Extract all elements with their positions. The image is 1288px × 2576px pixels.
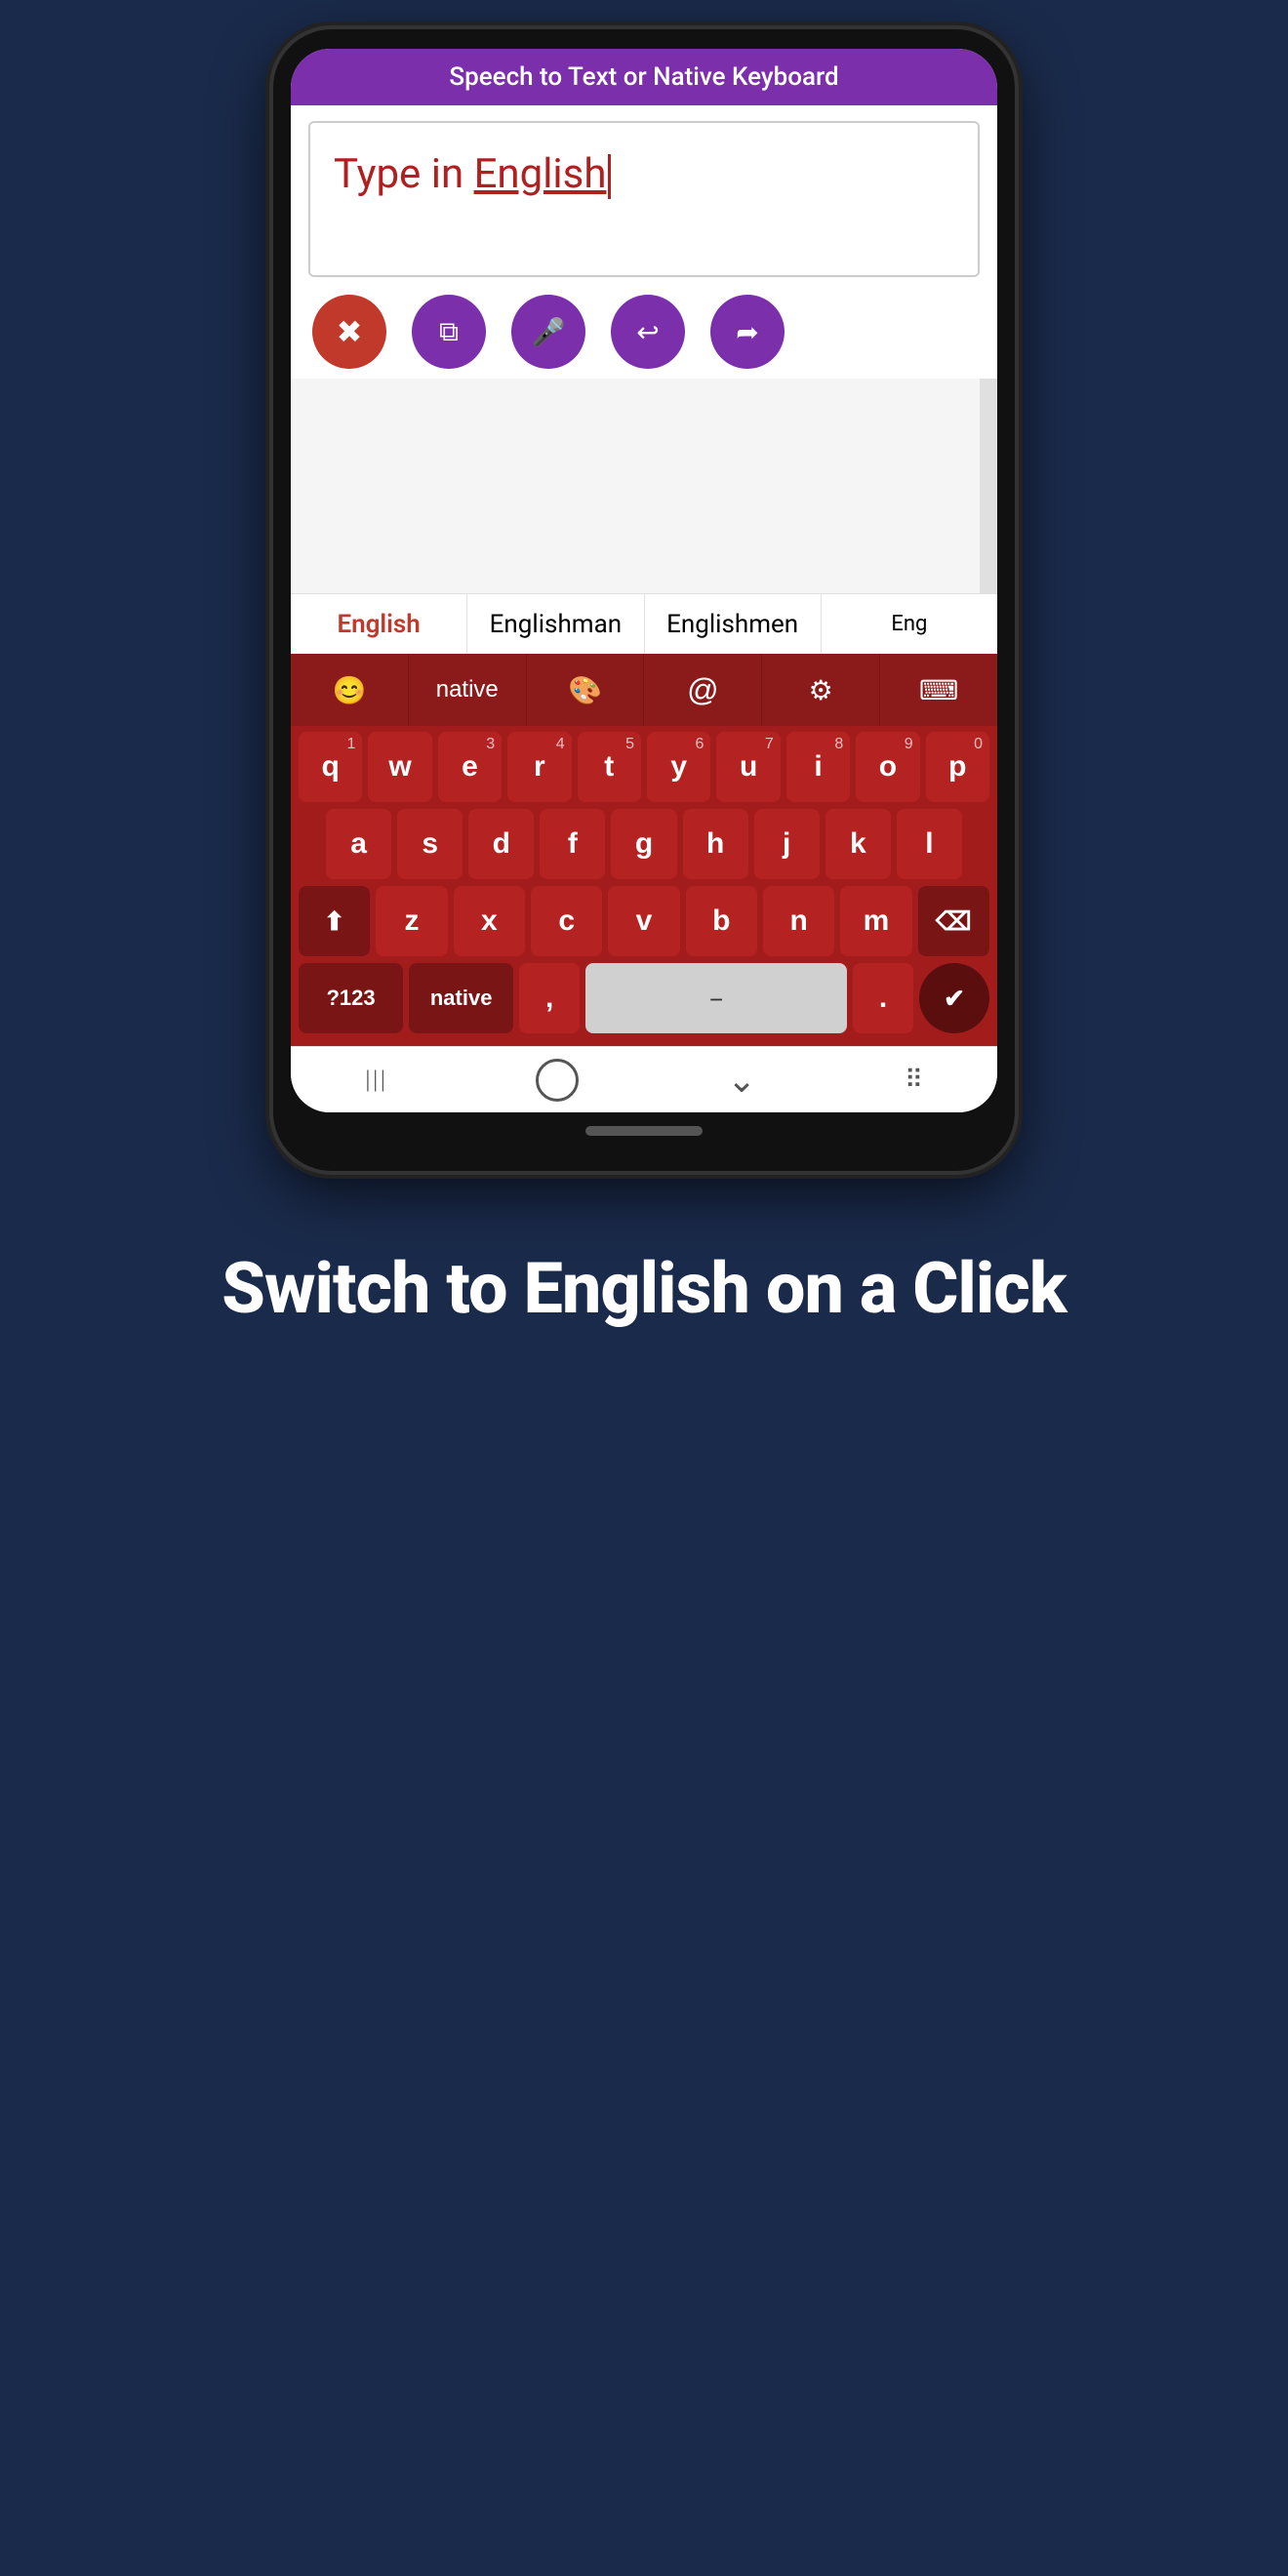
top-bar: Speech to Text or Native Keyboard bbox=[291, 49, 997, 105]
keyboard-row-1: q1 w e3 r4 t5 y6 u7 i8 o9 p0 bbox=[299, 732, 989, 802]
suggestion-eng[interactable]: Eng bbox=[822, 594, 997, 654]
key-q[interactable]: q1 bbox=[299, 732, 362, 802]
keyboard-top-row: 😊 native 🎨 @ ⚙ ⌨ bbox=[291, 654, 997, 726]
key-r[interactable]: r4 bbox=[507, 732, 571, 802]
text-cursor bbox=[608, 154, 611, 199]
key-h[interactable]: h bbox=[683, 809, 748, 879]
suggestions-bar: English Englishman Englishmen Eng bbox=[291, 593, 997, 654]
key-i[interactable]: i8 bbox=[786, 732, 850, 802]
text-input-area[interactable]: Type in English bbox=[308, 121, 980, 277]
key-y[interactable]: y6 bbox=[647, 732, 710, 802]
text-input-content: Type in English bbox=[334, 150, 954, 199]
bottom-heading: Switch to English on a Click bbox=[59, 1249, 1229, 1330]
key-u[interactable]: u7 bbox=[716, 732, 780, 802]
shift-key[interactable]: ⬆ bbox=[299, 886, 370, 956]
native-key[interactable]: native bbox=[409, 963, 513, 1033]
key-g[interactable]: g bbox=[611, 809, 676, 879]
key-l[interactable]: l bbox=[897, 809, 962, 879]
key-m[interactable]: m bbox=[840, 886, 911, 956]
key-f[interactable]: f bbox=[540, 809, 605, 879]
home-pill bbox=[585, 1126, 703, 1136]
key-z[interactable]: z bbox=[376, 886, 447, 956]
key-v[interactable]: v bbox=[608, 886, 679, 956]
backspace-key[interactable]: ⌫ bbox=[918, 886, 989, 956]
keyboard-row-4: ?123 native , ⎯ . ✔ bbox=[299, 963, 989, 1033]
space-key[interactable]: ⎯ bbox=[585, 963, 847, 1033]
key-w[interactable]: w bbox=[368, 732, 431, 802]
undo-button[interactable]: ↩ bbox=[611, 295, 685, 369]
type-in-prefix: Type in bbox=[334, 150, 474, 198]
phone-frame: Speech to Text or Native Keyboard Type i… bbox=[273, 29, 1015, 1171]
keyboard-row-3: ⬆ z x c v b n m ⌫ bbox=[299, 886, 989, 956]
phone-screen: Speech to Text or Native Keyboard Type i… bbox=[291, 49, 997, 1112]
scrollbar[interactable] bbox=[980, 379, 997, 593]
key-c[interactable]: c bbox=[531, 886, 602, 956]
key-k[interactable]: k bbox=[825, 809, 891, 879]
key-n[interactable]: n bbox=[763, 886, 834, 956]
key-x[interactable]: x bbox=[454, 886, 525, 956]
num-mode-key[interactable]: ?123 bbox=[299, 963, 403, 1033]
keyboard-switch-button[interactable]: ⌨ bbox=[880, 654, 997, 726]
grid-nav-icon[interactable]: ⠿ bbox=[905, 1066, 923, 1095]
key-p[interactable]: p0 bbox=[926, 732, 989, 802]
key-b[interactable]: b bbox=[686, 886, 757, 956]
key-o[interactable]: o9 bbox=[856, 732, 919, 802]
key-a[interactable]: a bbox=[326, 809, 391, 879]
key-d[interactable]: d bbox=[468, 809, 534, 879]
language-highlight: English bbox=[474, 150, 607, 198]
period-key[interactable]: . bbox=[853, 963, 913, 1033]
suggestion-englishmen[interactable]: Englishmen bbox=[645, 594, 822, 654]
keyboard-area: q1 w e3 r4 t5 y6 u7 i8 o9 p0 a s d f bbox=[291, 726, 997, 1046]
comma-key[interactable]: , bbox=[519, 963, 580, 1033]
palette-button[interactable]: 🎨 bbox=[527, 654, 645, 726]
delete-button[interactable]: ✖ bbox=[312, 295, 386, 369]
mic-button[interactable]: 🎤 bbox=[511, 295, 585, 369]
emoji-button[interactable]: 😊 bbox=[291, 654, 409, 726]
bottom-text-section: Switch to English on a Click bbox=[0, 1171, 1288, 1330]
copy-button[interactable]: ⧉ bbox=[412, 295, 486, 369]
top-bar-title: Speech to Text or Native Keyboard bbox=[312, 62, 976, 92]
action-icons-row: ✖ ⧉ 🎤 ↩ ➦ bbox=[291, 277, 997, 379]
suggestion-englishman[interactable]: Englishman bbox=[467, 594, 644, 654]
spacer-area bbox=[291, 379, 997, 593]
recents-nav-icon[interactable]: ⌄ bbox=[727, 1060, 756, 1101]
key-e[interactable]: e3 bbox=[438, 732, 502, 802]
bottom-nav-bar: ||| ⌄ ⠿ bbox=[291, 1046, 997, 1112]
phone-wrapper: Speech to Text or Native Keyboard Type i… bbox=[263, 29, 1025, 1171]
back-nav-icon[interactable]: ||| bbox=[365, 1066, 387, 1095]
home-button-area bbox=[291, 1112, 997, 1142]
at-button[interactable]: @ bbox=[644, 654, 762, 726]
home-nav-icon[interactable] bbox=[536, 1059, 579, 1102]
native-tab-button[interactable]: native bbox=[409, 654, 527, 726]
key-t[interactable]: t5 bbox=[578, 732, 641, 802]
keyboard-row-2: a s d f g h j k l bbox=[299, 809, 989, 879]
suggestion-english[interactable]: English bbox=[291, 594, 467, 654]
key-j[interactable]: j bbox=[754, 809, 820, 879]
settings-button[interactable]: ⚙ bbox=[762, 654, 880, 726]
enter-key[interactable]: ✔ bbox=[919, 963, 989, 1033]
share-button[interactable]: ➦ bbox=[710, 295, 785, 369]
key-s[interactable]: s bbox=[397, 809, 463, 879]
